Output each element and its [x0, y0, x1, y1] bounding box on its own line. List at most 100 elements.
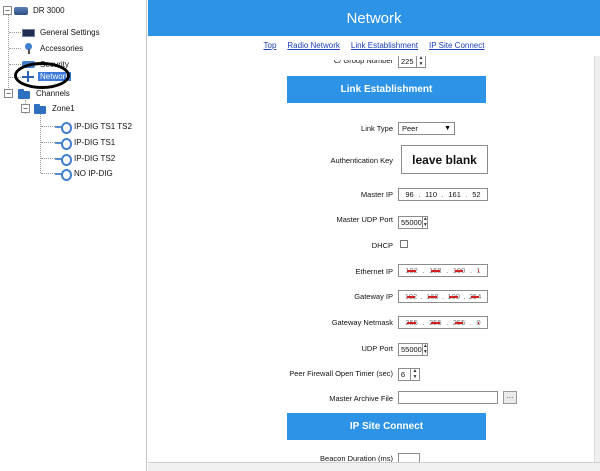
- ip-dot: .: [469, 266, 472, 275]
- zone-collapse-toggle[interactable]: −: [21, 104, 30, 113]
- folder-icon: [18, 88, 31, 99]
- ip-dot: .: [446, 318, 449, 327]
- accessory-icon: [22, 43, 35, 54]
- tree-node-label: IP-DIG TS1 TS2: [74, 122, 132, 131]
- tree-node-zone[interactable]: Zone1: [34, 102, 77, 115]
- navigation-tree: − DR 3000 General Settings Accessories S…: [0, 0, 147, 471]
- security-icon: [22, 59, 35, 70]
- auth-key-field[interactable]: leave blank: [401, 145, 488, 174]
- tree-node-label: General Settings: [40, 28, 100, 37]
- tree-guide: [41, 173, 55, 174]
- tree-node-label: Accessories: [40, 44, 84, 53]
- tree-node-channel[interactable]: IP-DIG TS2: [55, 152, 117, 166]
- tree-guide: [9, 32, 21, 33]
- link-type-select[interactable]: Peer ▼: [398, 122, 455, 135]
- spin-down-icon[interactable]: ▼: [423, 349, 428, 356]
- ip-site-connect-header: IP Site Connect: [287, 413, 486, 440]
- tree-node-root[interactable]: DR 3000: [14, 4, 67, 17]
- ip-octet: 161: [448, 190, 461, 199]
- channels-collapse-toggle[interactable]: −: [4, 89, 13, 98]
- beacon-duration-input[interactable]: [398, 453, 420, 462]
- spin-down-icon[interactable]: ▼: [423, 222, 428, 229]
- redacted-octet: 192: [405, 266, 418, 275]
- gateway-netmask-field[interactable]: 255. 255. 255. 0: [398, 316, 488, 329]
- tree-node-channel[interactable]: IP-DIG TS1 TS2: [55, 120, 134, 134]
- tree-guide: [8, 14, 9, 94]
- tree-node-label: IP-DIG TS1: [74, 138, 116, 147]
- spinner-value: 55000: [401, 218, 422, 227]
- spinner-value: 225: [401, 57, 414, 66]
- nav-link-top[interactable]: Top: [264, 41, 277, 55]
- redacted-octet: 255: [452, 318, 466, 327]
- tree-node-label: Channels: [36, 89, 70, 98]
- auth-key-note: leave blank: [412, 152, 477, 167]
- redacted-octet: 168: [426, 292, 439, 301]
- tree-guide: [41, 158, 55, 159]
- redacted-octet: 168: [429, 266, 442, 275]
- nav-link-ip-site-connect[interactable]: IP Site Connect: [429, 41, 484, 55]
- gateway-ip-field[interactable]: 192. 168. 100. 254: [398, 290, 488, 303]
- spinner-arrows[interactable]: ▲ ▼: [421, 344, 428, 356]
- redacted-octet: 255: [429, 318, 442, 327]
- udp-port-label: UDP Port: [361, 344, 393, 353]
- spinner-value: 55000: [401, 345, 422, 354]
- tree-guide: [40, 113, 41, 173]
- root-collapse-toggle[interactable]: −: [3, 6, 12, 15]
- tree-node-network[interactable]: Network: [22, 70, 72, 83]
- tree-node-channel[interactable]: NO IP-DIG: [55, 167, 115, 181]
- gateway-netmask-label: Gateway Netmask: [331, 318, 393, 327]
- auth-key-label: Authentication Key: [330, 156, 393, 165]
- peer-firewall-timer-spinner[interactable]: 6 ▲ ▼: [398, 368, 420, 381]
- master-udp-port-label: Master UDP Port: [336, 215, 393, 224]
- link-type-label: Link Type: [361, 124, 393, 133]
- horizontal-scrollbar[interactable]: [148, 462, 600, 471]
- settings-form: C/ Group Number 225 ▲ ▼ Link Establishmen…: [148, 56, 594, 462]
- group-number-label: C/ Group Number: [333, 56, 393, 65]
- ethernet-ip-field[interactable]: 192. 168. 100. 1: [398, 264, 488, 277]
- ip-dot: .: [465, 190, 468, 199]
- tree-node-channels[interactable]: Channels: [18, 87, 72, 100]
- ip-dot: .: [420, 292, 423, 301]
- redacted-octet: 1: [476, 266, 481, 275]
- browse-button[interactable]: ...: [503, 391, 517, 404]
- nav-link-link-establishment[interactable]: Link Establishment: [351, 41, 418, 55]
- spinner-arrows[interactable]: ▲ ▼: [421, 217, 428, 229]
- master-ip-field[interactable]: 96. 110. 161. 52: [398, 188, 488, 201]
- spinner-arrows[interactable]: ▲ ▼: [416, 56, 425, 67]
- tree-node-accessories[interactable]: Accessories: [22, 42, 85, 55]
- dhcp-checkbox[interactable]: [400, 240, 408, 248]
- group-number-spinner[interactable]: 225 ▲ ▼: [398, 56, 426, 68]
- tree-node-label: Zone1: [52, 104, 75, 113]
- beacon-duration-label: Beacon Duration (ms): [320, 454, 393, 462]
- spin-down-icon[interactable]: ▼: [417, 61, 425, 68]
- ip-dot: .: [441, 292, 445, 301]
- tree-guide: [41, 126, 55, 127]
- peer-firewall-timer-label: Peer Firewall Open Timer (sec): [289, 369, 393, 378]
- ip-dot: .: [463, 292, 466, 301]
- settings-panel-icon: [22, 28, 35, 37]
- redacted-octet: 254: [468, 292, 482, 301]
- ip-dot: .: [441, 190, 444, 199]
- redacted-octet: 100: [452, 266, 466, 275]
- spinner-arrows[interactable]: ▲ ▼: [410, 369, 419, 380]
- master-archive-file-input[interactable]: [398, 391, 498, 404]
- master-ip-label: Master IP: [360, 190, 393, 199]
- radio-device-icon: [14, 6, 28, 15]
- ip-dot: .: [469, 318, 472, 327]
- tree-node-channel[interactable]: IP-DIG TS1: [55, 136, 117, 150]
- master-udp-port-spinner[interactable]: 55000 ▲ ▼: [398, 216, 428, 229]
- ip-dot: .: [418, 190, 421, 199]
- vertical-scrollbar[interactable]: [594, 56, 600, 462]
- nav-link-radio-network[interactable]: Radio Network: [287, 41, 339, 55]
- udp-port-spinner[interactable]: 55000 ▲ ▼: [398, 343, 428, 356]
- ip-dot: .: [422, 318, 425, 327]
- tree-node-label: DR 3000: [33, 6, 65, 15]
- tree-node-general-settings[interactable]: General Settings: [22, 26, 102, 39]
- spin-down-icon[interactable]: ▼: [411, 374, 419, 381]
- spinner-value: 6: [401, 370, 406, 379]
- network-icon: [22, 71, 35, 82]
- channel-icon: [55, 137, 72, 150]
- redacted-octet: 255: [405, 318, 418, 327]
- ip-dot: .: [422, 266, 425, 275]
- section-nav: Top Radio Network Link Establishment IP …: [148, 41, 600, 55]
